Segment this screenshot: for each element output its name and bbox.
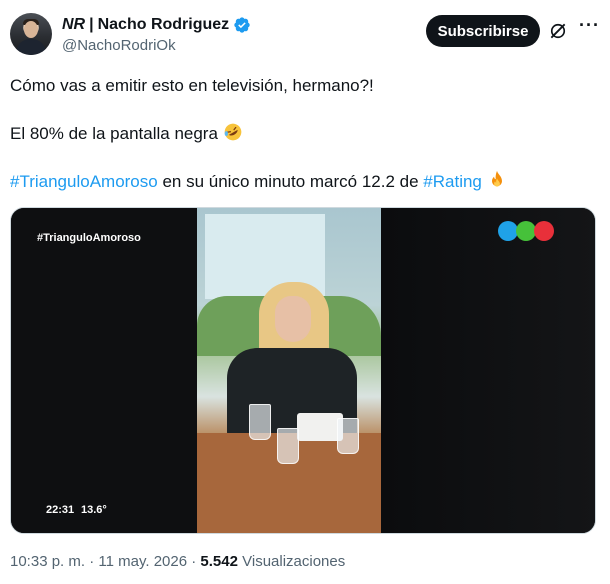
author-name: Nacho Rodriguez [97,16,230,33]
tweet-date[interactable]: 11 may. 2026 [98,553,187,570]
fire-icon [491,170,502,187]
broadcast-time-overlay: 22:31 [46,504,75,516]
meta-separator: · [89,553,95,570]
black-screen-left [11,208,197,533]
subscribe-button[interactable]: Subscribirse [426,15,540,47]
tweet-meta: 10:33 p. m. · 11 may. 2026 · 5.542 Visua… [10,552,345,572]
views-label: Visualizaciones [242,553,346,570]
tweet-line-3: #TrianguloAmoroso en su único minuto mar… [10,170,595,194]
views-count: 5.542 [200,553,238,570]
channel-logo-icon [498,221,556,241]
logo-dot-blue [498,221,518,241]
tweet-line-2: El 80% de la pantalla negra [10,122,595,146]
hashtag-link-rating[interactable]: #Rating [423,172,482,191]
black-screen-right [381,208,595,533]
hashtag-link-triangulo[interactable]: #TrianguloAmoroso [10,172,158,191]
more-options-icon[interactable]: ··· [579,16,599,38]
woman-face [275,296,311,342]
water-glass [277,428,299,464]
meta-separator: · [191,553,197,570]
tweet-line-1: Cómo vas a emitir esto en televisión, he… [10,76,374,95]
tweet-media-image[interactable]: #TrianguloAmoroso 22:31 13.6° [10,207,596,534]
avatar-face [24,21,38,38]
avatar[interactable] [10,13,52,55]
author-name-row[interactable]: NR | Nacho Rodriguez [62,15,251,35]
broadcast-temp-overlay: 13.6° [81,504,107,516]
grok-icon[interactable] [548,21,568,41]
author-prefix: NR [62,16,86,33]
tv-broadcast-frame [197,208,381,533]
tweet-text: Cómo vas a emitir esto en televisión, he… [10,74,595,218]
tweet-time[interactable]: 10:33 p. m. [10,553,85,570]
tweet-line-2-text: El 80% de la pantalla negra [10,124,218,143]
broadcast-hashtag-overlay: #TrianguloAmoroso [37,232,141,244]
author-handle[interactable]: @NachoRodriOk [62,36,251,56]
author-separator: | [89,16,94,33]
logo-dot-red [534,221,554,241]
water-glass [337,418,359,454]
rolling-on-floor-laughing-icon [224,123,242,141]
logo-dot-green [516,221,536,241]
avatar-shirt [16,39,46,55]
tweet-line-3-middle: en su único minuto marcó 12.2 de [157,172,424,191]
author-block: NR | Nacho Rodriguez @NachoRodriOk [62,15,251,56]
water-glass [249,404,271,440]
verified-badge-icon [234,17,250,33]
tweet-header: NR | Nacho Rodriguez @NachoRodriOk Subsc… [10,13,600,57]
